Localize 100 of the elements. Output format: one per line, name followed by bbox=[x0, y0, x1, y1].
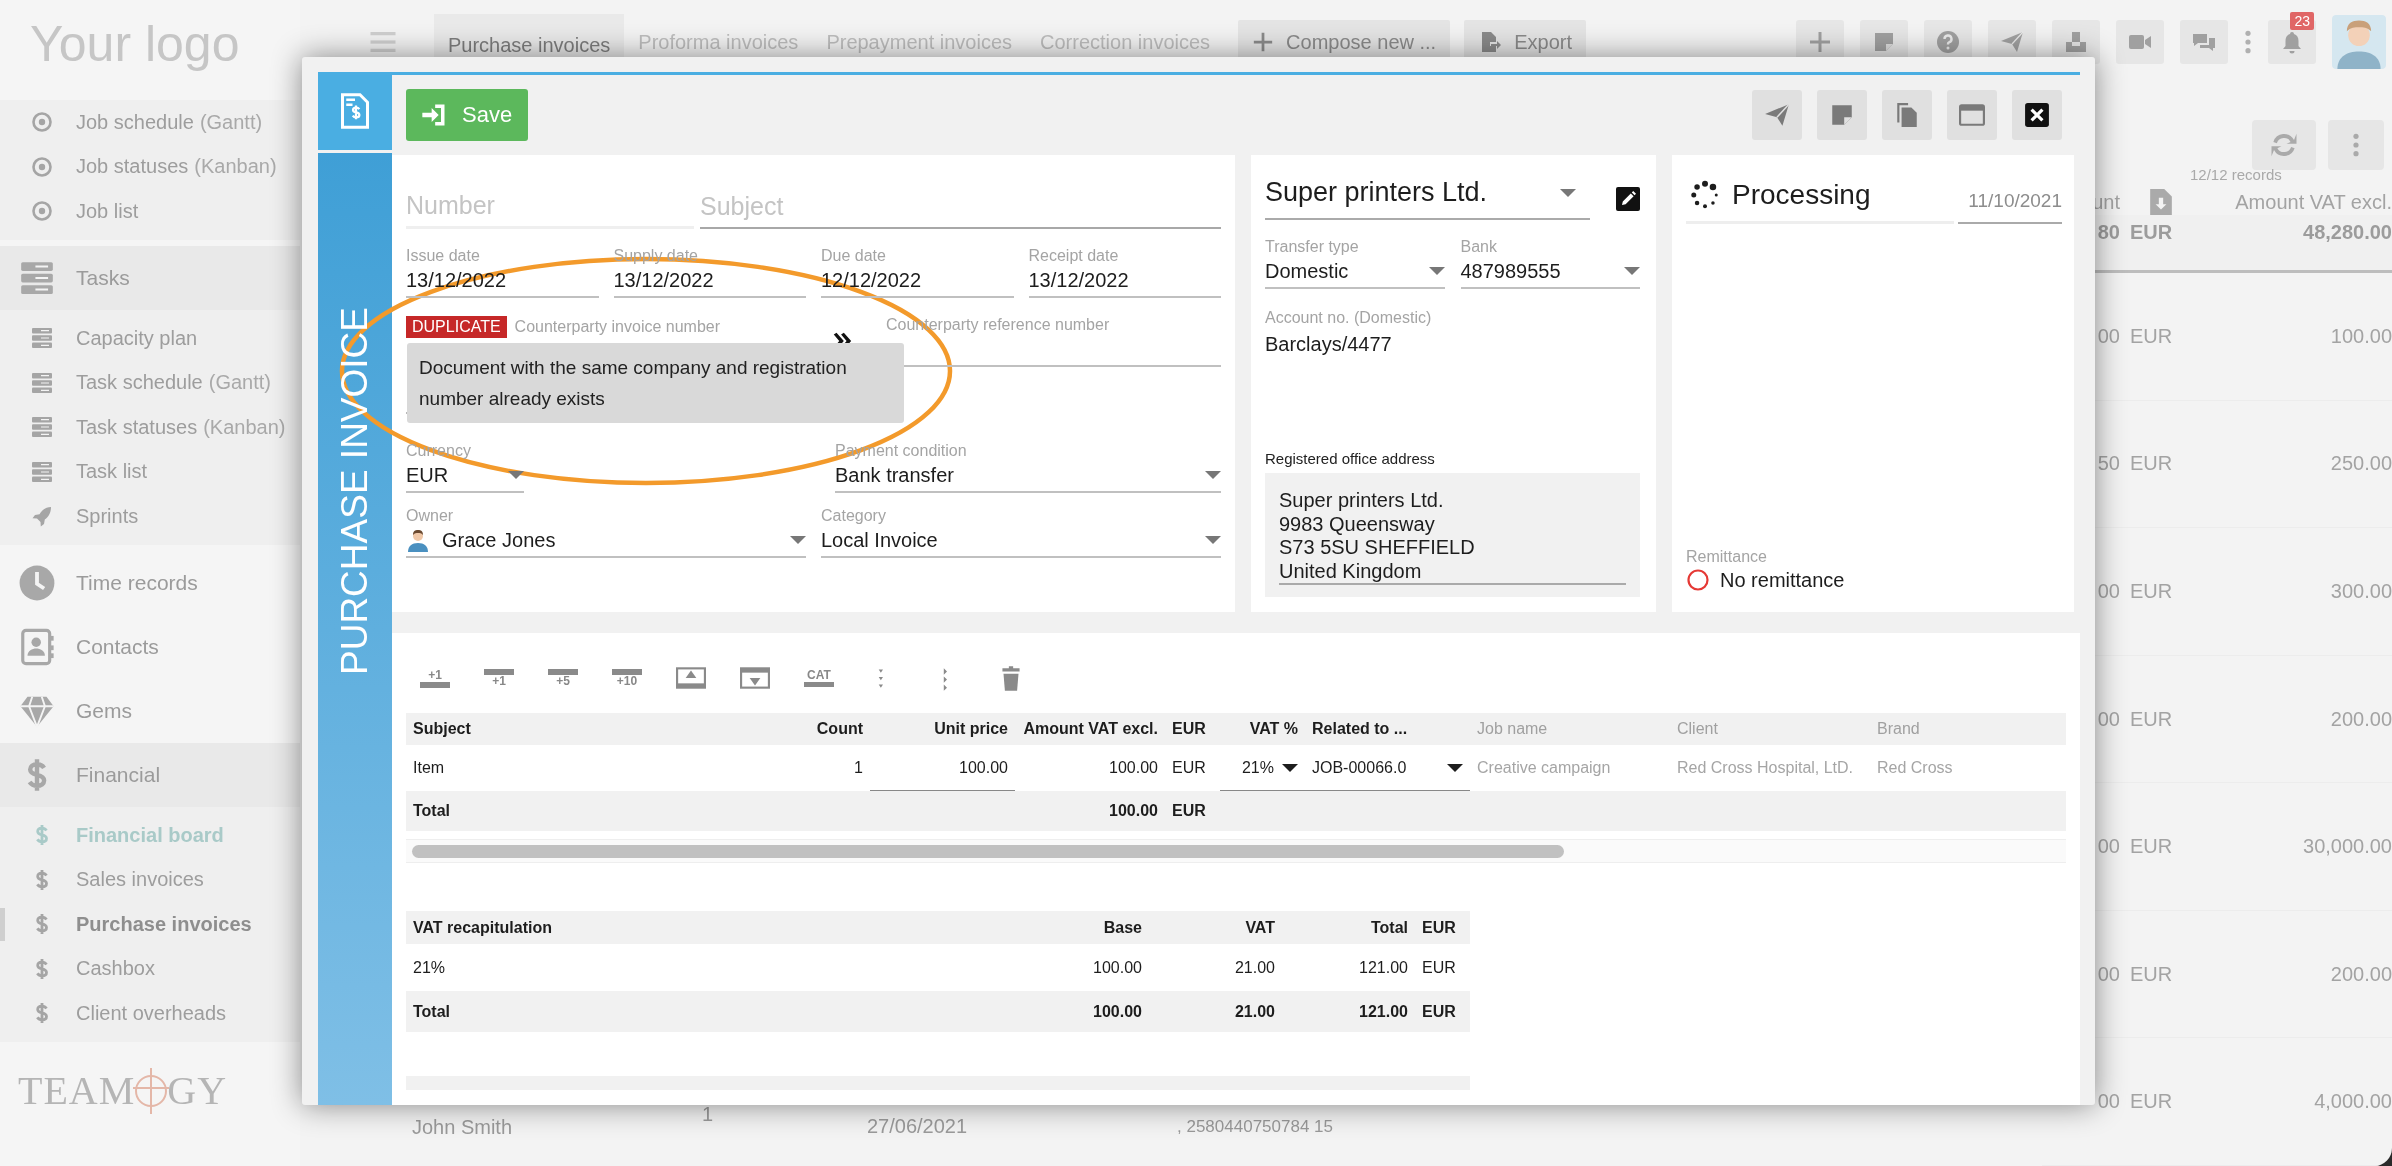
total-cell-text: 80 bbox=[2096, 221, 2120, 244]
add-rows-button[interactable]: +1 bbox=[484, 668, 514, 688]
table-cell-text: 00 bbox=[2096, 962, 2120, 986]
refresh-button[interactable] bbox=[2252, 120, 2316, 170]
bell-icon[interactable] bbox=[2280, 30, 2304, 54]
invoice-icon bbox=[340, 92, 370, 130]
sidebar-item[interactable]: Tasks bbox=[0, 245, 300, 310]
date-field[interactable]: 12/12/2022 bbox=[821, 265, 1014, 298]
table-cell-text: 00 bbox=[2096, 324, 2120, 348]
sidebar-item[interactable]: Gems bbox=[0, 678, 300, 743]
table-cell-text: 1 bbox=[853, 757, 864, 778]
plus-icon[interactable] bbox=[1808, 30, 1832, 54]
add-row-above-button[interactable]: +1 bbox=[420, 668, 450, 688]
table-cell-text: 00 bbox=[2096, 835, 2120, 859]
table-cell-text: 300.00 bbox=[2329, 579, 2392, 603]
table-cell-text: EUR bbox=[2130, 324, 2174, 348]
select-field[interactable]: Grace Jones bbox=[406, 525, 806, 558]
sidebar-item[interactable]: Purchase invoices bbox=[0, 901, 300, 947]
sidebar-item[interactable]: Task list bbox=[0, 449, 300, 495]
sidebar-item[interactable]: Task statuses (Kanban) bbox=[0, 404, 300, 450]
insert-row-above-icon[interactable] bbox=[676, 665, 706, 691]
sidebar-item[interactable]: Job schedule (Gantt) bbox=[0, 100, 300, 145]
sidebar-item[interactable]: Sprints bbox=[0, 494, 300, 539]
sidebar-item[interactable]: Sales invoices bbox=[0, 857, 300, 902]
avatar-icon[interactable] bbox=[2332, 15, 2386, 69]
table-cell-text: 250.00 bbox=[2329, 452, 2392, 476]
number-field[interactable]: Number bbox=[406, 191, 694, 229]
edit-icon[interactable] bbox=[1616, 186, 1640, 211]
select-field[interactable]: Local Invoice bbox=[821, 525, 1221, 558]
subject-field[interactable]: Subject bbox=[700, 192, 1221, 229]
insert-row-below-icon[interactable] bbox=[740, 665, 770, 691]
send-icon[interactable] bbox=[2000, 30, 2024, 54]
stacked-bars-icon bbox=[30, 326, 54, 351]
record-count: 12/12 records bbox=[2189, 166, 2283, 183]
field-label: Bank bbox=[1460, 238, 1498, 256]
help-icon[interactable] bbox=[1936, 30, 1960, 54]
address-field[interactable]: Super printers Ltd. 9983 Queensway S73 5SU SHEFFIELD United Kingdom bbox=[1265, 473, 1640, 597]
total-cell: 100.00 bbox=[999, 991, 1149, 1032]
table-cell-text: 100.00 bbox=[1108, 757, 1159, 778]
sidebar-item[interactable]: Task schedule (Gantt) bbox=[0, 360, 300, 405]
table-cell-text: 27/06/2021 bbox=[867, 1113, 969, 1138]
status-label: Processing bbox=[1732, 179, 1871, 211]
table-cell-text: 00 bbox=[2096, 707, 2120, 731]
table-cell-text: 21% bbox=[412, 957, 447, 978]
add-rows-button[interactable]: +10 bbox=[612, 668, 642, 688]
sidebar-item[interactable]: Client overheads bbox=[0, 991, 300, 1036]
window-button[interactable] bbox=[1947, 90, 1997, 140]
table-cell-text: , 2580440750784 15 bbox=[1176, 1116, 1333, 1137]
table-cell-text: 21.00 bbox=[1233, 957, 1276, 978]
close-icon bbox=[2024, 102, 2050, 128]
sidebar-item[interactable]: Time records bbox=[0, 550, 300, 615]
select-field[interactable]: 487989555 bbox=[1460, 256, 1640, 289]
brand-logo: TEAM GY bbox=[17, 1065, 228, 1116]
date-field[interactable]: 13/12/2022 bbox=[613, 265, 806, 298]
column-header: Amount VAT excl. bbox=[2234, 190, 2392, 214]
save-button[interactable]: Save bbox=[406, 89, 529, 141]
scrollbar-thumb[interactable] bbox=[412, 844, 1564, 858]
total-cell: EUR bbox=[1415, 991, 1470, 1032]
vertical-title: PURCHASE INVOICE bbox=[333, 307, 376, 675]
clock-icon bbox=[18, 563, 56, 602]
note-button[interactable] bbox=[1817, 90, 1867, 140]
contact-book-icon bbox=[18, 627, 56, 666]
close-button[interactable] bbox=[2012, 90, 2062, 140]
sidebar-item[interactable]: Cashbox bbox=[0, 946, 300, 992]
select-field[interactable]: Domestic bbox=[1265, 256, 1445, 289]
stacked-bars-icon bbox=[30, 415, 54, 440]
date-field[interactable]: 11/10/2021 bbox=[1958, 190, 2062, 224]
total-cell: 21.00 bbox=[1149, 991, 1282, 1032]
table-cell-text: 00 bbox=[2096, 579, 2120, 603]
more-button[interactable] bbox=[2328, 120, 2384, 170]
sidebar-item[interactable]: Job list bbox=[0, 189, 300, 234]
add-rows-button[interactable]: +5 bbox=[548, 668, 578, 688]
sidebar-item[interactable]: Capacity plan bbox=[0, 315, 300, 361]
note-icon[interactable] bbox=[1872, 30, 1896, 54]
duplicate-badge: DUPLICATE bbox=[406, 316, 507, 338]
window-icon bbox=[1959, 102, 1985, 128]
send-button[interactable] bbox=[1752, 90, 1802, 140]
inbox-icon[interactable] bbox=[2064, 30, 2088, 54]
stacked-bars-icon bbox=[30, 459, 54, 484]
sidebar-item[interactable]: Financial bbox=[0, 742, 300, 807]
total-cell: 121.00 bbox=[1282, 991, 1415, 1032]
sidebar-item[interactable]: Financial board bbox=[0, 812, 300, 858]
field-label: Owner bbox=[406, 507, 455, 525]
copy-icon bbox=[1894, 102, 1920, 128]
select-field[interactable]: Super printers Ltd. bbox=[1265, 177, 1590, 220]
category-button[interactable]: CAT bbox=[804, 669, 834, 687]
target-icon bbox=[30, 154, 54, 179]
sidebar-item[interactable]: Contacts bbox=[0, 614, 300, 679]
select-field[interactable]: Bank transfer bbox=[835, 460, 1221, 493]
more-icon[interactable] bbox=[2244, 29, 2252, 55]
total-cell: Total bbox=[406, 991, 999, 1032]
column-header: VAT recapitulation bbox=[406, 911, 999, 944]
field-value: Barclays/4477 bbox=[1265, 333, 1393, 356]
date-field[interactable]: 13/12/2022 bbox=[1028, 265, 1221, 298]
sidebar-item[interactable]: Job statuses (Kanban) bbox=[0, 144, 300, 190]
plus-icon bbox=[1252, 31, 1275, 53]
table-cell-text: 100.00 bbox=[1092, 957, 1143, 978]
table-cell-text: EUR bbox=[2130, 707, 2174, 731]
select-field[interactable]: EUR bbox=[406, 460, 524, 493]
copy-button[interactable] bbox=[1882, 90, 1932, 140]
